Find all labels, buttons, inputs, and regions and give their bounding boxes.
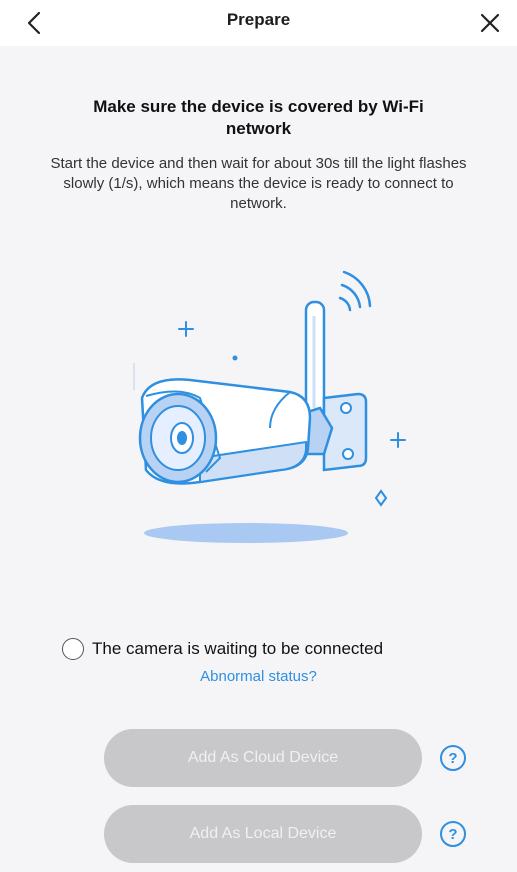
- abnormal-status-link[interactable]: Abnormal status?: [0, 668, 517, 685]
- help-icon[interactable]: ?: [440, 821, 466, 847]
- wifi-camera-icon: [133, 270, 406, 543]
- close-icon[interactable]: [475, 8, 505, 38]
- top-bar: Prepare: [0, 0, 517, 46]
- add-local-device-button[interactable]: Add As Local Device: [104, 805, 422, 863]
- help-icon[interactable]: ?: [440, 745, 466, 771]
- status-radio[interactable]: [62, 638, 84, 660]
- instruction-heading: Make sure the device is covered by Wi-Fi…: [93, 97, 424, 138]
- connection-status-row[interactable]: The camera is waiting to be connected: [62, 636, 383, 662]
- status-text: The camera is waiting to be connected: [92, 639, 384, 658]
- add-cloud-device-button[interactable]: Add As Cloud Device: [104, 729, 422, 787]
- page-title: Prepare: [226, 10, 291, 29]
- instruction-description: Start the device and then wait for about…: [50, 155, 467, 212]
